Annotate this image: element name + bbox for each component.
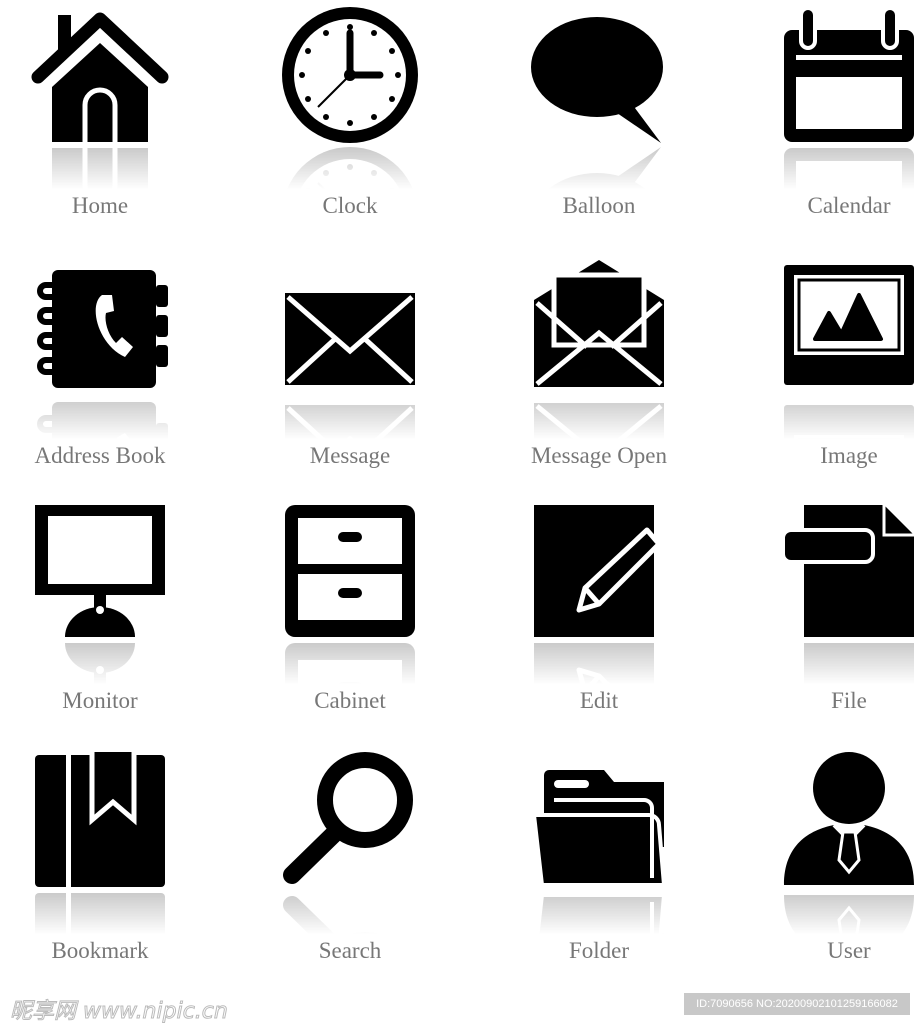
icon-tile-address-book: Address Book — [0, 255, 225, 495]
icon-tile-home: Home — [0, 5, 225, 245]
envelope-icon — [280, 255, 420, 395]
watermark-logo: 昵享网 www.nipic.cn — [10, 999, 229, 1025]
calendar-icon — [779, 5, 914, 145]
envelope-reflection — [280, 395, 420, 440]
icon-tile-monitor: Monitor — [0, 500, 225, 740]
icon-label: Clock — [322, 193, 378, 218]
watermark-id: ID:7090656 NO:20200902101259166082 — [684, 993, 910, 1015]
icon-tile-file: File — [724, 500, 914, 740]
image-icon — [779, 255, 914, 395]
folder-reflection — [529, 890, 669, 935]
icon-label: File — [831, 688, 867, 713]
icon-tile-folder: Folder — [474, 750, 724, 990]
clock-icon — [280, 5, 420, 145]
icon-label: Search — [318, 938, 382, 963]
icon-label: Home — [71, 193, 129, 218]
icon-tile-image: Image — [724, 255, 914, 495]
speech-balloon-icon — [529, 5, 669, 145]
home-icon — [30, 5, 170, 145]
icon-tile-calendar: Calendar — [724, 5, 914, 245]
bookmark-reflection — [30, 890, 170, 935]
icon-label: Message Open — [530, 443, 668, 468]
monitor-reflection — [30, 640, 170, 685]
file-reflection — [779, 640, 914, 685]
clock-reflection — [280, 145, 420, 190]
icon-tile-message: Message — [225, 255, 475, 495]
icon-tile-message-open: Message Open — [474, 255, 724, 495]
icon-label: Monitor — [62, 688, 138, 713]
icon-tile-bookmark: Bookmark — [0, 750, 225, 990]
calendar-reflection — [779, 145, 914, 190]
icon-label: Address Book — [34, 443, 166, 468]
icon-label: Calendar — [807, 193, 891, 218]
cabinet-reflection — [280, 640, 420, 685]
search-magnifier-reflection — [280, 890, 420, 935]
folder-icon — [529, 750, 669, 890]
search-magnifier-icon — [280, 750, 420, 890]
envelope-open-icon — [529, 255, 669, 395]
icon-tile-user: User — [724, 750, 914, 990]
user-icon — [779, 750, 914, 890]
speech-balloon-reflection — [529, 145, 669, 190]
icon-tile-clock: Clock — [225, 5, 475, 245]
monitor-icon — [30, 500, 170, 640]
icon-label: Message — [309, 443, 391, 468]
bookmark-icon — [30, 750, 170, 890]
icon-tile-balloon: Balloon — [474, 5, 724, 245]
icon-tile-search: Search — [225, 750, 475, 990]
image-reflection — [779, 395, 914, 440]
icon-label: Folder — [568, 938, 630, 963]
address-book-reflection — [30, 395, 170, 440]
address-book-icon — [30, 255, 170, 395]
envelope-open-reflection — [529, 395, 669, 440]
icon-label: Edit — [579, 688, 619, 713]
icon-label: Bookmark — [51, 938, 149, 963]
icon-tile-cabinet: Cabinet — [225, 500, 475, 740]
edit-pencil-icon — [529, 500, 669, 640]
home-reflection — [30, 145, 170, 190]
icon-label: Image — [820, 443, 878, 468]
icon-label: Cabinet — [314, 688, 386, 713]
cabinet-icon — [280, 500, 420, 640]
icon-label: Balloon — [562, 193, 636, 218]
icon-label: User — [827, 938, 871, 963]
icon-tile-edit: Edit — [474, 500, 724, 740]
file-icon — [779, 500, 914, 640]
user-reflection — [779, 890, 914, 935]
edit-pencil-reflection — [529, 640, 669, 685]
